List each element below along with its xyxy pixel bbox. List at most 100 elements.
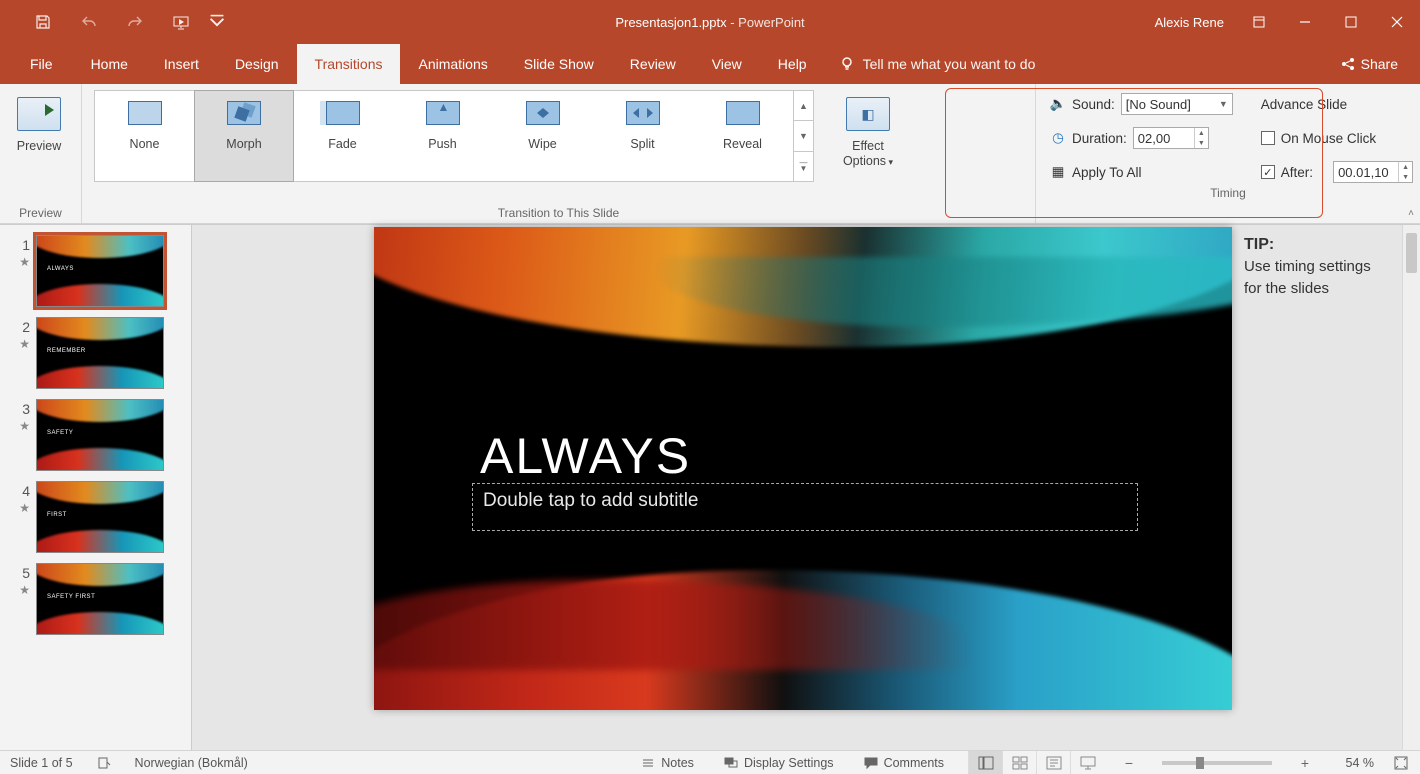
transition-indicator-icon: ★ <box>19 501 30 515</box>
quick-access-toolbar <box>0 0 230 44</box>
after-checkbox[interactable]: ✓ <box>1261 165 1275 179</box>
after-input[interactable]: 00.01,10 ▲▼ <box>1333 161 1413 183</box>
slide-canvas[interactable]: ALWAYS Double tap to add subtitle <box>374 227 1232 710</box>
ribbon-group-preview: Preview Preview <box>0 84 82 223</box>
tab-help[interactable]: Help <box>760 44 825 84</box>
display-settings-button[interactable]: Display Settings <box>718 751 840 774</box>
reading-view-icon[interactable] <box>1036 751 1070 774</box>
zoom-in-button[interactable]: + <box>1298 755 1312 771</box>
qat-customize-icon[interactable] <box>204 0 230 44</box>
tell-me-search[interactable]: Tell me what you want to do <box>825 44 1050 84</box>
share-button[interactable]: Share <box>1319 44 1420 84</box>
slide-thumbnail-3[interactable]: SAFETY <box>36 399 164 471</box>
effect-options-icon: ◧ <box>846 97 890 131</box>
apply-all-label: Apply To All <box>1072 165 1142 180</box>
slide-thumbnail-4[interactable]: FIRST <box>36 481 164 553</box>
slide-thumbnails-pane[interactable]: 1★ ALWAYS 2★ REMEMBER 3★ SAFETY 4★ FIRST… <box>0 225 192 750</box>
tab-home[interactable]: Home <box>73 44 146 84</box>
chevron-down-icon: ▼ <box>1213 99 1228 109</box>
transition-none[interactable]: None <box>95 91 195 181</box>
preview-button[interactable]: Preview <box>8 90 70 182</box>
transition-indicator-icon: ★ <box>19 337 30 351</box>
ribbon: Preview Preview None Morph Fade Push Wip… <box>0 84 1420 224</box>
transition-wipe[interactable]: Wipe <box>493 91 593 181</box>
tab-review[interactable]: Review <box>612 44 694 84</box>
comments-button[interactable]: Comments <box>858 751 950 774</box>
close-icon[interactable] <box>1374 0 1420 44</box>
tab-design[interactable]: Design <box>217 44 297 84</box>
collapse-ribbon-icon[interactable]: ˄ <box>1408 208 1414 219</box>
preview-group-label: Preview <box>0 204 81 223</box>
slide-thumbnail-2[interactable]: REMEMBER <box>36 317 164 389</box>
slide-sorter-view-icon[interactable] <box>1002 751 1036 774</box>
spinner-up-icon[interactable]: ▲ <box>1399 162 1412 172</box>
gallery-down-icon[interactable]: ▼ <box>794 121 813 151</box>
undo-icon[interactable] <box>66 0 112 44</box>
vertical-scrollbar[interactable] <box>1402 225 1420 750</box>
slideshow-from-start-icon[interactable] <box>158 0 204 44</box>
thumbnail-row: 3★ SAFETY <box>8 399 183 471</box>
apply-to-all-button[interactable]: ▦ Apply To All <box>1050 160 1233 184</box>
slide-count[interactable]: Slide 1 of 5 <box>10 756 73 770</box>
transition-push[interactable]: Push <box>393 91 493 181</box>
slideshow-view-icon[interactable] <box>1070 751 1104 774</box>
tip-heading: TIP: <box>1244 236 1274 253</box>
tab-transitions[interactable]: Transitions <box>297 44 401 84</box>
spinner-up-icon[interactable]: ▲ <box>1195 128 1208 138</box>
gallery-up-icon[interactable]: ▲ <box>794 91 813 121</box>
user-name[interactable]: Alexis Rene <box>1143 15 1236 30</box>
tab-insert[interactable]: Insert <box>146 44 217 84</box>
spinner-down-icon[interactable]: ▼ <box>1399 172 1412 182</box>
save-icon[interactable] <box>20 0 66 44</box>
maximize-icon[interactable] <box>1328 0 1374 44</box>
slide-thumbnail-5[interactable]: SAFETY FIRST <box>36 563 164 635</box>
duration-value: 02,00 <box>1138 131 1171 146</box>
sound-value: [No Sound] <box>1126 97 1191 112</box>
duration-label: Duration: <box>1072 131 1127 146</box>
transition-morph[interactable]: Morph <box>194 90 294 182</box>
thumbnail-row: 2★ REMEMBER <box>8 317 183 389</box>
zoom-slider[interactable] <box>1162 761 1272 765</box>
lightbulb-icon <box>839 56 855 72</box>
advance-slide-label: Advance Slide <box>1261 97 1347 112</box>
tab-view[interactable]: View <box>694 44 760 84</box>
fit-to-window-icon[interactable] <box>1392 751 1410 774</box>
timing-group-label: Timing <box>1036 184 1420 203</box>
thumbnail-row: 5★ SAFETY FIRST <box>8 563 183 635</box>
slide-title[interactable]: ALWAYS <box>480 427 691 485</box>
tab-animations[interactable]: Animations <box>400 44 505 84</box>
apply-all-icon: ▦ <box>1050 164 1066 180</box>
on-mouse-click-checkbox[interactable] <box>1261 131 1275 145</box>
slide-subtitle-placeholder[interactable]: Double tap to add subtitle <box>472 483 1138 531</box>
gallery-scroll: ▲ ▼ —▼ <box>793 91 813 181</box>
duration-input[interactable]: 02,00 ▲▼ <box>1133 127 1209 149</box>
status-bar: Slide 1 of 5 Norwegian (Bokmål) Notes Di… <box>0 750 1420 774</box>
language-status[interactable]: Norwegian (Bokmål) <box>135 756 248 770</box>
ribbon-group-transitions: None Morph Fade Push Wipe Split Reveal ▲… <box>82 84 1036 223</box>
transition-split[interactable]: Split <box>593 91 693 181</box>
zoom-slider-thumb[interactable] <box>1196 757 1204 769</box>
transition-fade[interactable]: Fade <box>293 91 393 181</box>
slide-thumbnail-1[interactable]: ALWAYS <box>36 235 164 307</box>
scrollbar-thumb[interactable] <box>1406 233 1417 273</box>
zoom-out-button[interactable]: − <box>1122 755 1136 771</box>
tip-panel: TIP: Use timing settings for the slides <box>1234 225 1402 750</box>
spinner-down-icon[interactable]: ▼ <box>1195 138 1208 148</box>
view-buttons <box>968 751 1104 774</box>
transition-reveal[interactable]: Reveal <box>693 91 793 181</box>
gallery-expand-icon[interactable]: —▼ <box>794 152 813 181</box>
effect-options-button[interactable]: ◧ Effect Options ▾ <box>830 90 906 182</box>
zoom-percent[interactable]: 54 % <box>1330 756 1374 770</box>
tab-slide-show[interactable]: Slide Show <box>506 44 612 84</box>
minimize-icon[interactable] <box>1282 0 1328 44</box>
notes-button[interactable]: Notes <box>635 751 700 774</box>
spellcheck-icon[interactable] <box>91 751 117 774</box>
tab-file[interactable]: File <box>12 44 73 84</box>
redo-icon[interactable] <box>112 0 158 44</box>
normal-view-icon[interactable] <box>968 751 1002 774</box>
ribbon-display-options-icon[interactable] <box>1236 0 1282 44</box>
sound-dropdown[interactable]: [No Sound] ▼ <box>1121 93 1233 115</box>
thumbnail-row: 4★ FIRST <box>8 481 183 553</box>
effect-options-label: Effect Options ▾ <box>831 139 905 169</box>
share-label: Share <box>1361 56 1398 72</box>
